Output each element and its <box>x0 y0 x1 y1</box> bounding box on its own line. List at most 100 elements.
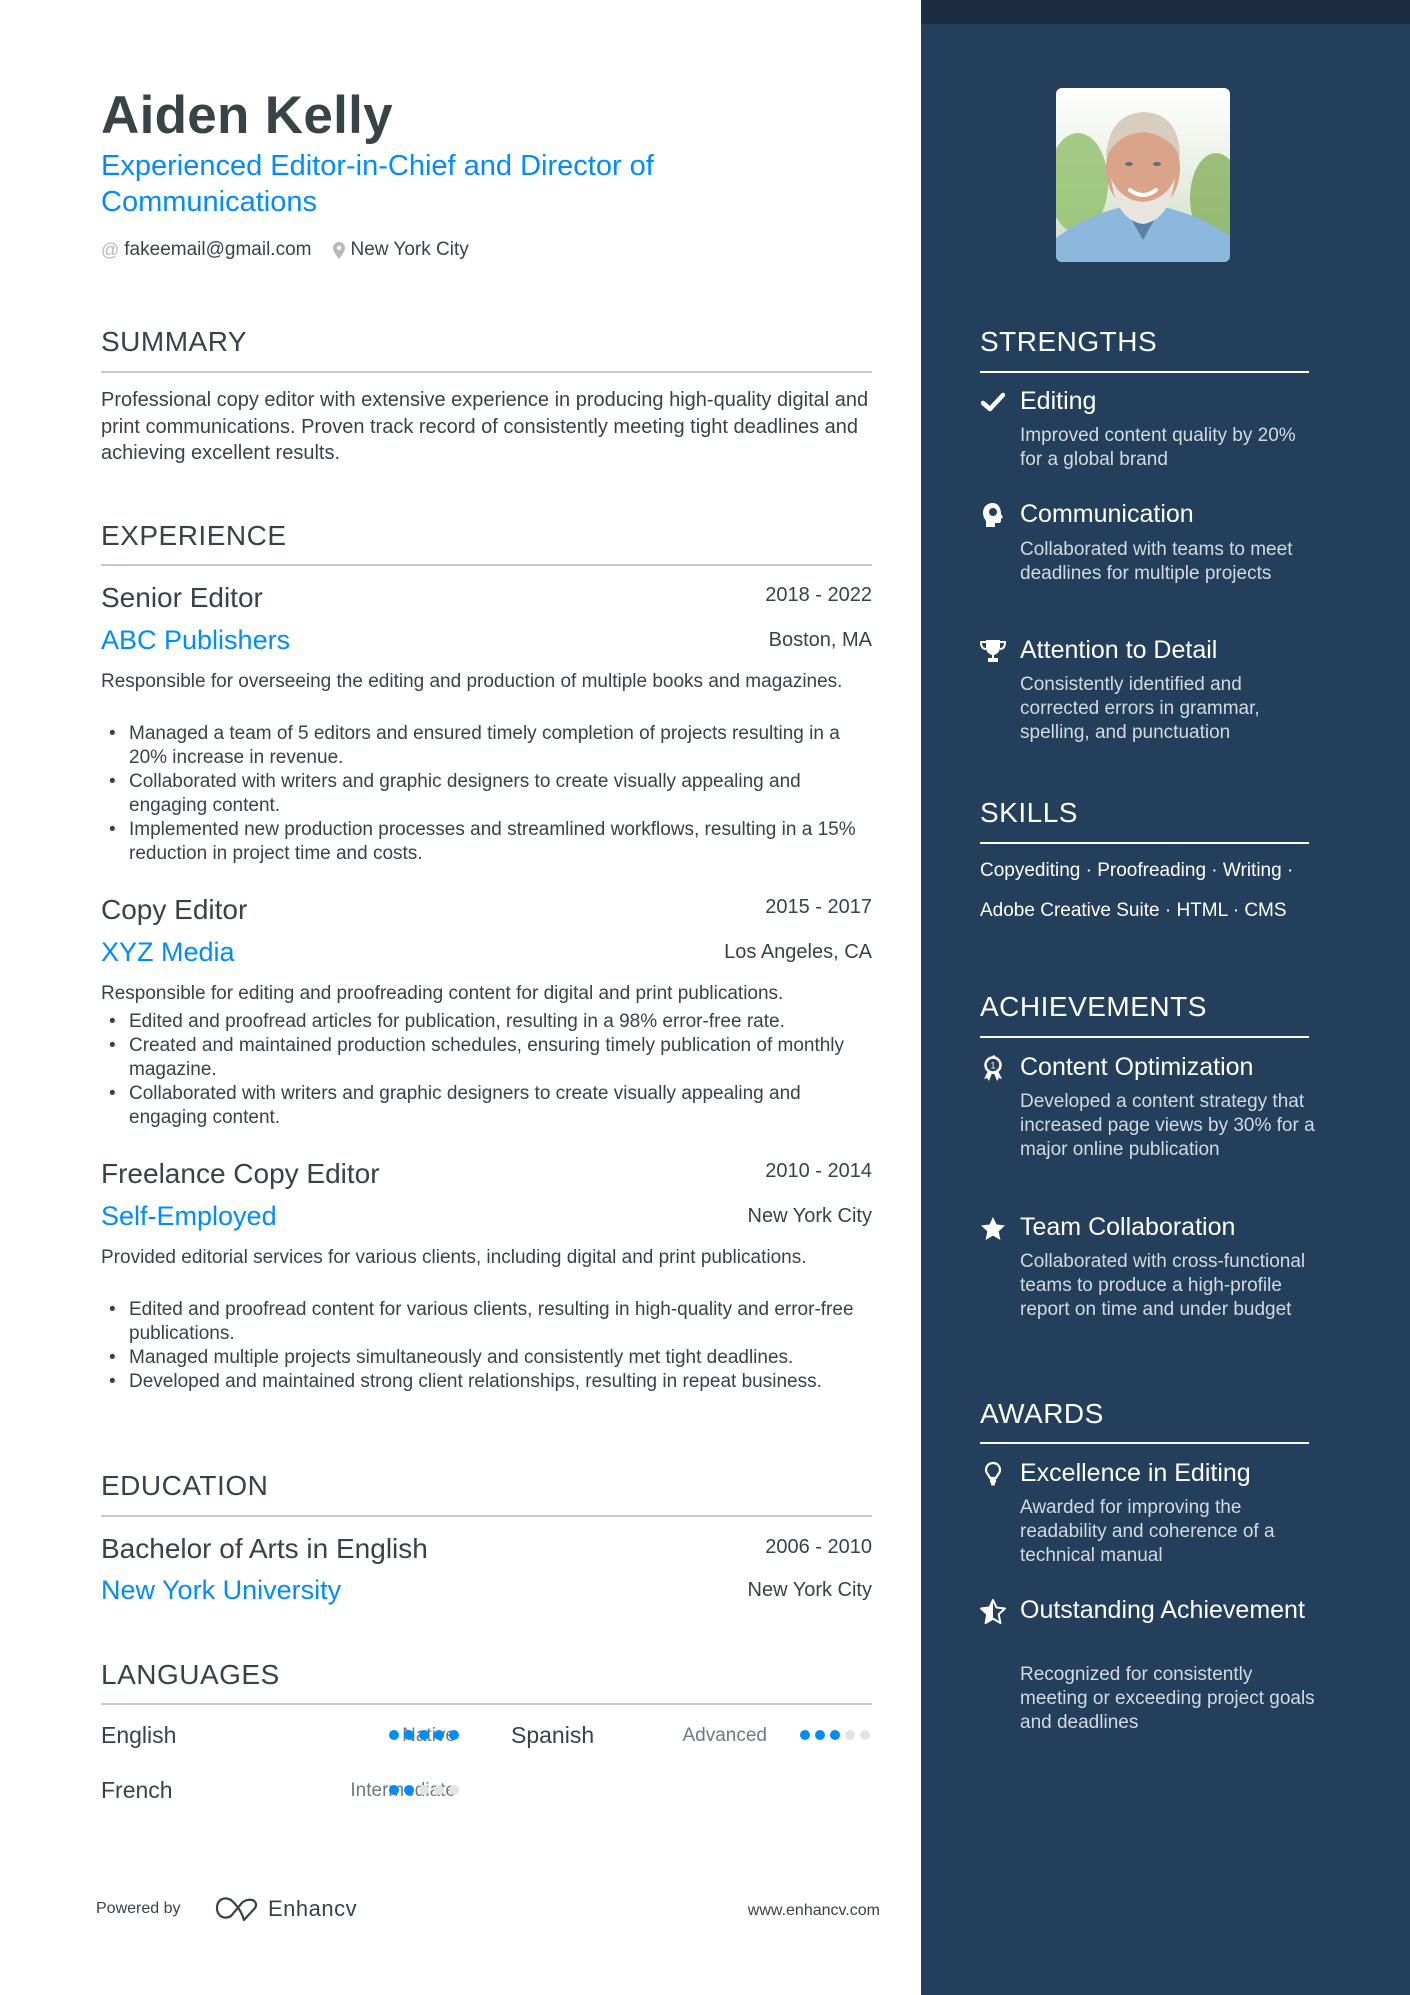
rating-dot-filled <box>389 1785 399 1795</box>
contact-info: @ fakeemail@gmail.com New York City <box>101 237 491 263</box>
company-name: Self-Employed <box>101 1201 277 1231</box>
job-bullets: Edited and proofread articles for public… <box>101 1010 876 1130</box>
award-ribbon-icon: 1 <box>979 1054 1007 1082</box>
summary-heading: SUMMARY <box>101 326 248 357</box>
rating-dot-filled <box>449 1730 459 1740</box>
language-rating <box>389 1730 464 1740</box>
location-contact: New York City <box>333 239 469 261</box>
education-location: New York City <box>747 1579 873 1601</box>
rating-dot-filled <box>800 1730 810 1740</box>
website-link[interactable]: www.enhancv.com <box>748 1902 880 1920</box>
at-icon: @ <box>101 239 120 260</box>
rating-dot-empty <box>419 1785 429 1795</box>
job-bullet: Implemented new production processes and… <box>101 818 876 866</box>
star-icon <box>979 1214 1007 1242</box>
award-description: Awarded for improving the readability an… <box>1020 1497 1275 1566</box>
map-pin-icon <box>333 241 346 259</box>
language-rating <box>389 1785 464 1795</box>
education-divider <box>101 1515 872 1517</box>
experience-heading: EXPERIENCE <box>101 520 287 551</box>
job-title: Copy Editor <box>101 894 248 925</box>
job-bullet: Edited and proofread content for various… <box>101 1298 876 1346</box>
job-location: Boston, MA <box>768 629 872 651</box>
enhancv-logo[interactable]: Enhancv <box>214 1896 357 1922</box>
company-name: XYZ Media <box>101 937 235 967</box>
location-text: New York City <box>350 239 469 260</box>
half-star-icon <box>979 1597 1007 1625</box>
job-location: New York City <box>747 1205 873 1227</box>
achievement-title: Team Collaboration <box>1020 1213 1236 1241</box>
sidebar-top-bar <box>921 0 1410 24</box>
achievement-description: Collaborated with cross-functional teams… <box>1020 1251 1306 1320</box>
school-name: New York University <box>101 1575 342 1605</box>
languages-divider <box>101 1703 872 1705</box>
rating-dot-filled <box>389 1730 399 1740</box>
summary-divider <box>101 371 872 373</box>
rating-dot-filled <box>404 1785 414 1795</box>
skills-divider <box>980 842 1309 844</box>
strength-description: Consistently identified and corrected er… <box>1020 674 1260 743</box>
job-bullet: Managed a team of 5 editors and ensured … <box>101 722 876 770</box>
strength-title: Editing <box>1020 387 1097 415</box>
job-location: Los Angeles, CA <box>724 941 872 963</box>
language-rating <box>800 1730 875 1740</box>
language-name: Spanish <box>511 1722 595 1748</box>
email-contact[interactable]: @ fakeemail@gmail.com <box>101 239 311 261</box>
languages-heading: LANGUAGES <box>101 1659 280 1690</box>
awards-heading: AWARDS <box>980 1398 1104 1429</box>
skills-heading: SKILLS <box>980 797 1078 828</box>
strength-title: Communication <box>1020 500 1194 528</box>
enhancv-logo-icon <box>215 1897 258 1922</box>
email-text: fakeemail@gmail.com <box>124 239 312 260</box>
job-bullet: Developed and maintained strong client r… <box>101 1370 876 1394</box>
profile-photo-image <box>1056 88 1230 262</box>
language-name: English <box>101 1722 177 1748</box>
job-bullet: Created and maintained production schedu… <box>101 1034 876 1082</box>
award-title: Excellence in Editing <box>1020 1459 1251 1487</box>
enhancv-brand: Enhancv <box>268 1896 358 1921</box>
rating-dot-filled <box>404 1730 414 1740</box>
job-dates: 2010 - 2014 <box>765 1160 872 1182</box>
strengths-heading: STRENGTHS <box>980 326 1158 357</box>
job-bullet: Collaborated with writers and graphic de… <box>101 1082 876 1130</box>
rating-dot-empty <box>449 1785 459 1795</box>
sidebar: STRENGTHS Editing Improved content quali… <box>921 0 1410 1995</box>
rating-dot-empty <box>860 1730 870 1740</box>
job-bullet: Managed multiple projects simultaneously… <box>101 1346 876 1370</box>
languages-row: English Native Spanish Advanced <box>101 1720 872 1750</box>
skills-list-line: Adobe Creative Suite · HTML · CMS <box>980 900 1287 921</box>
awards-divider <box>980 1442 1309 1444</box>
job-bullet: Collaborated with writers and graphic de… <box>101 770 876 818</box>
strength-description: Collaborated with teams to meet deadline… <box>1020 539 1293 584</box>
education-heading: EDUCATION <box>101 1470 269 1501</box>
award-title: Outstanding Achievement <box>1020 1596 1305 1624</box>
powered-by-label: Powered by <box>96 1900 181 1917</box>
strength-description: Improved content quality by 20% for a gl… <box>1020 425 1296 470</box>
rating-dot-empty <box>434 1785 444 1795</box>
job-bullets: Managed a team of 5 editors and ensured … <box>101 722 876 866</box>
job-bullet: Edited and proofread articles for public… <box>101 1010 876 1034</box>
footer: Powered by Enhancv www.enhancv.com <box>96 1896 880 1926</box>
rating-dot-filled <box>830 1730 840 1740</box>
achievements-divider <box>980 1036 1309 1038</box>
job-dates: 2015 - 2017 <box>765 896 872 918</box>
degree-title: Bachelor of Arts in English <box>101 1533 428 1564</box>
rating-dot-filled <box>419 1730 429 1740</box>
rating-dot-empty <box>845 1730 855 1740</box>
achievement-description: Developed a content strategy that increa… <box>1020 1091 1315 1160</box>
job-title: Freelance Copy Editor <box>101 1158 380 1189</box>
job-description: Responsible for overseeing the editing a… <box>101 671 843 692</box>
job-bullets: Edited and proofread content for various… <box>101 1298 876 1394</box>
lightbulb-icon <box>979 1460 1007 1488</box>
achievements-heading: ACHIEVEMENTS <box>980 991 1207 1022</box>
check-icon <box>979 388 1007 416</box>
language-name: French <box>101 1777 173 1803</box>
company-name: ABC Publishers <box>101 625 291 655</box>
skills-list-line: Copyediting · Proofreading · Writing · <box>980 860 1294 881</box>
education-dates: 2006 - 2010 <box>765 1536 872 1558</box>
experience-divider <box>101 564 872 566</box>
language-level: Advanced <box>682 1725 767 1746</box>
achievement-title: Content Optimization <box>1020 1053 1254 1081</box>
rating-dot-filled <box>434 1730 444 1740</box>
job-title: Senior Editor <box>101 582 263 613</box>
